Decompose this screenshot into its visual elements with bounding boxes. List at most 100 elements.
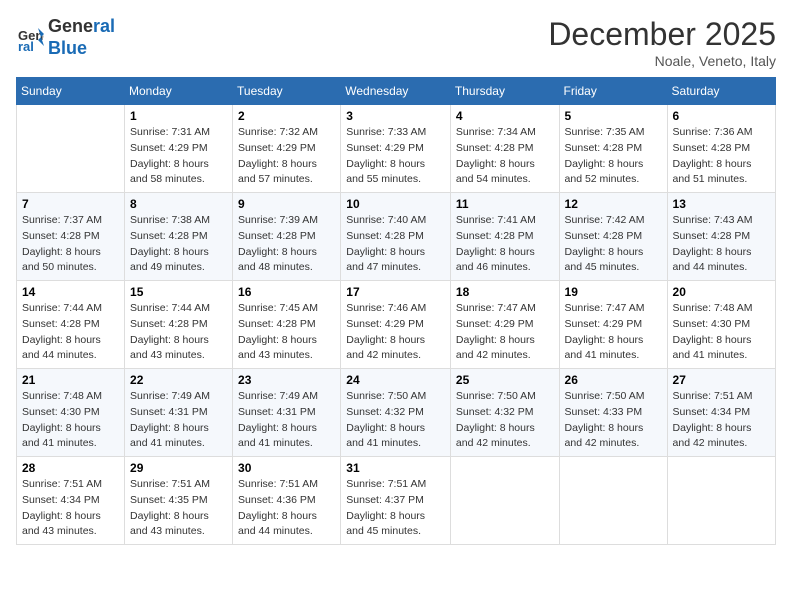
day-detail: Sunrise: 7:47 AM Sunset: 4:29 PM Dayligh…: [456, 301, 554, 364]
day-detail: Sunrise: 7:51 AM Sunset: 4:36 PM Dayligh…: [238, 477, 335, 540]
day-detail: Sunrise: 7:51 AM Sunset: 4:37 PM Dayligh…: [346, 477, 445, 540]
calendar-cell: 12 Sunrise: 7:42 AM Sunset: 4:28 PM Dayl…: [559, 193, 667, 281]
calendar-week-5: 28 Sunrise: 7:51 AM Sunset: 4:34 PM Dayl…: [17, 457, 776, 545]
calendar-cell: 28 Sunrise: 7:51 AM Sunset: 4:34 PM Dayl…: [17, 457, 125, 545]
calendar-week-4: 21 Sunrise: 7:48 AM Sunset: 4:30 PM Dayl…: [17, 369, 776, 457]
day-number: 18: [456, 285, 554, 299]
day-detail: Sunrise: 7:34 AM Sunset: 4:28 PM Dayligh…: [456, 125, 554, 188]
logo-icon: Gene ral: [16, 24, 44, 52]
calendar-cell: 21 Sunrise: 7:48 AM Sunset: 4:30 PM Dayl…: [17, 369, 125, 457]
day-number: 9: [238, 197, 335, 211]
calendar-cell: 3 Sunrise: 7:33 AM Sunset: 4:29 PM Dayli…: [341, 105, 451, 193]
day-detail: Sunrise: 7:51 AM Sunset: 4:35 PM Dayligh…: [130, 477, 227, 540]
calendar-cell: 4 Sunrise: 7:34 AM Sunset: 4:28 PM Dayli…: [450, 105, 559, 193]
day-detail: Sunrise: 7:33 AM Sunset: 4:29 PM Dayligh…: [346, 125, 445, 188]
day-detail: Sunrise: 7:41 AM Sunset: 4:28 PM Dayligh…: [456, 213, 554, 276]
calendar-cell: [450, 457, 559, 545]
calendar-cell: 29 Sunrise: 7:51 AM Sunset: 4:35 PM Dayl…: [125, 457, 233, 545]
day-header-friday: Friday: [559, 78, 667, 105]
month-title: December 2025: [548, 16, 776, 53]
day-detail: Sunrise: 7:50 AM Sunset: 4:32 PM Dayligh…: [456, 389, 554, 452]
day-header-saturday: Saturday: [667, 78, 775, 105]
day-number: 1: [130, 109, 227, 123]
calendar-cell: 27 Sunrise: 7:51 AM Sunset: 4:34 PM Dayl…: [667, 369, 775, 457]
calendar-cell: 5 Sunrise: 7:35 AM Sunset: 4:28 PM Dayli…: [559, 105, 667, 193]
location: Noale, Veneto, Italy: [548, 53, 776, 69]
day-number: 11: [456, 197, 554, 211]
day-number: 27: [673, 373, 770, 387]
calendar-week-1: 1 Sunrise: 7:31 AM Sunset: 4:29 PM Dayli…: [17, 105, 776, 193]
day-detail: Sunrise: 7:36 AM Sunset: 4:28 PM Dayligh…: [673, 125, 770, 188]
day-number: 23: [238, 373, 335, 387]
day-number: 13: [673, 197, 770, 211]
calendar-cell: 18 Sunrise: 7:47 AM Sunset: 4:29 PM Dayl…: [450, 281, 559, 369]
calendar-cell: 26 Sunrise: 7:50 AM Sunset: 4:33 PM Dayl…: [559, 369, 667, 457]
calendar-cell: 1 Sunrise: 7:31 AM Sunset: 4:29 PM Dayli…: [125, 105, 233, 193]
day-detail: Sunrise: 7:51 AM Sunset: 4:34 PM Dayligh…: [673, 389, 770, 452]
day-header-wednesday: Wednesday: [341, 78, 451, 105]
calendar-header-row: SundayMondayTuesdayWednesdayThursdayFrid…: [17, 78, 776, 105]
calendar-cell: 24 Sunrise: 7:50 AM Sunset: 4:32 PM Dayl…: [341, 369, 451, 457]
calendar-cell: [17, 105, 125, 193]
calendar-table: SundayMondayTuesdayWednesdayThursdayFrid…: [16, 77, 776, 545]
calendar-cell: 15 Sunrise: 7:44 AM Sunset: 4:28 PM Dayl…: [125, 281, 233, 369]
calendar-cell: [559, 457, 667, 545]
calendar-cell: 23 Sunrise: 7:49 AM Sunset: 4:31 PM Dayl…: [233, 369, 341, 457]
day-number: 26: [565, 373, 662, 387]
day-detail: Sunrise: 7:35 AM Sunset: 4:28 PM Dayligh…: [565, 125, 662, 188]
logo-text: GeneralBlue: [48, 16, 115, 59]
calendar-cell: 30 Sunrise: 7:51 AM Sunset: 4:36 PM Dayl…: [233, 457, 341, 545]
day-number: 12: [565, 197, 662, 211]
page-header: Gene ral GeneralBlue December 2025 Noale…: [16, 16, 776, 69]
calendar-cell: 10 Sunrise: 7:40 AM Sunset: 4:28 PM Dayl…: [341, 193, 451, 281]
day-detail: Sunrise: 7:44 AM Sunset: 4:28 PM Dayligh…: [22, 301, 119, 364]
day-header-tuesday: Tuesday: [233, 78, 341, 105]
calendar-cell: 22 Sunrise: 7:49 AM Sunset: 4:31 PM Dayl…: [125, 369, 233, 457]
title-block: December 2025 Noale, Veneto, Italy: [548, 16, 776, 69]
calendar-cell: 13 Sunrise: 7:43 AM Sunset: 4:28 PM Dayl…: [667, 193, 775, 281]
calendar-cell: 16 Sunrise: 7:45 AM Sunset: 4:28 PM Dayl…: [233, 281, 341, 369]
day-number: 20: [673, 285, 770, 299]
calendar-cell: 25 Sunrise: 7:50 AM Sunset: 4:32 PM Dayl…: [450, 369, 559, 457]
calendar-body: 1 Sunrise: 7:31 AM Sunset: 4:29 PM Dayli…: [17, 105, 776, 545]
calendar-week-2: 7 Sunrise: 7:37 AM Sunset: 4:28 PM Dayli…: [17, 193, 776, 281]
calendar-cell: 19 Sunrise: 7:47 AM Sunset: 4:29 PM Dayl…: [559, 281, 667, 369]
day-number: 14: [22, 285, 119, 299]
day-number: 7: [22, 197, 119, 211]
day-detail: Sunrise: 7:31 AM Sunset: 4:29 PM Dayligh…: [130, 125, 227, 188]
day-header-thursday: Thursday: [450, 78, 559, 105]
day-header-monday: Monday: [125, 78, 233, 105]
day-detail: Sunrise: 7:40 AM Sunset: 4:28 PM Dayligh…: [346, 213, 445, 276]
logo: Gene ral GeneralBlue: [16, 16, 115, 59]
day-number: 30: [238, 461, 335, 475]
day-detail: Sunrise: 7:50 AM Sunset: 4:33 PM Dayligh…: [565, 389, 662, 452]
day-detail: Sunrise: 7:32 AM Sunset: 4:29 PM Dayligh…: [238, 125, 335, 188]
calendar-cell: 20 Sunrise: 7:48 AM Sunset: 4:30 PM Dayl…: [667, 281, 775, 369]
day-number: 31: [346, 461, 445, 475]
day-detail: Sunrise: 7:46 AM Sunset: 4:29 PM Dayligh…: [346, 301, 445, 364]
day-number: 10: [346, 197, 445, 211]
day-detail: Sunrise: 7:39 AM Sunset: 4:28 PM Dayligh…: [238, 213, 335, 276]
day-number: 19: [565, 285, 662, 299]
day-number: 28: [22, 461, 119, 475]
day-number: 8: [130, 197, 227, 211]
day-number: 21: [22, 373, 119, 387]
day-number: 5: [565, 109, 662, 123]
calendar-cell: 17 Sunrise: 7:46 AM Sunset: 4:29 PM Dayl…: [341, 281, 451, 369]
day-detail: Sunrise: 7:47 AM Sunset: 4:29 PM Dayligh…: [565, 301, 662, 364]
calendar-cell: 7 Sunrise: 7:37 AM Sunset: 4:28 PM Dayli…: [17, 193, 125, 281]
day-detail: Sunrise: 7:48 AM Sunset: 4:30 PM Dayligh…: [673, 301, 770, 364]
calendar-cell: [667, 457, 775, 545]
calendar-cell: 9 Sunrise: 7:39 AM Sunset: 4:28 PM Dayli…: [233, 193, 341, 281]
day-detail: Sunrise: 7:38 AM Sunset: 4:28 PM Dayligh…: [130, 213, 227, 276]
day-number: 4: [456, 109, 554, 123]
day-detail: Sunrise: 7:37 AM Sunset: 4:28 PM Dayligh…: [22, 213, 119, 276]
calendar-cell: 2 Sunrise: 7:32 AM Sunset: 4:29 PM Dayli…: [233, 105, 341, 193]
calendar-week-3: 14 Sunrise: 7:44 AM Sunset: 4:28 PM Dayl…: [17, 281, 776, 369]
day-number: 24: [346, 373, 445, 387]
day-detail: Sunrise: 7:45 AM Sunset: 4:28 PM Dayligh…: [238, 301, 335, 364]
day-detail: Sunrise: 7:50 AM Sunset: 4:32 PM Dayligh…: [346, 389, 445, 452]
day-number: 6: [673, 109, 770, 123]
day-detail: Sunrise: 7:42 AM Sunset: 4:28 PM Dayligh…: [565, 213, 662, 276]
calendar-cell: 8 Sunrise: 7:38 AM Sunset: 4:28 PM Dayli…: [125, 193, 233, 281]
